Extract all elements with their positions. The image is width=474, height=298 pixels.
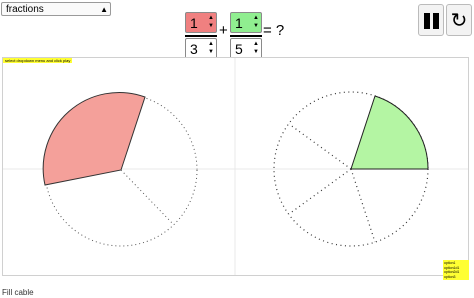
equals-question: = ? [263,22,285,39]
spinner-arrows-icon[interactable]: ▲ ▼ [253,14,259,30]
first-denominator-value: 3 [190,41,198,57]
chevron-down-icon: ▲ [100,5,108,14]
mode-select-value: fractions [6,4,44,15]
pie-diagrams [3,58,468,275]
second-fraction-bar [230,35,262,37]
second-denominator-stepper[interactable]: 5 ▲ ▼ [230,38,262,59]
spinner-arrows-icon[interactable]: ▲ ▼ [208,14,214,30]
second-denominator-value: 5 [235,41,243,57]
left-pie-filled-slice [42,92,146,186]
instruction-hint: select dropdown menu and click play [3,58,73,63]
pause-button[interactable] [418,4,444,36]
legend-item: option3 [444,274,456,279]
mode-select[interactable]: fractions ▲ [1,2,111,16]
first-fraction-bar [185,35,217,37]
first-denominator-stepper[interactable]: 3 ▲ ▼ [185,38,217,59]
first-numerator-value: 1 [190,15,198,31]
second-numerator-stepper[interactable]: 1 ▲ ▼ [230,12,262,33]
spinner-arrows-icon[interactable]: ▲ ▼ [208,40,214,56]
fraction-canvas [2,57,469,276]
second-numerator-value: 1 [235,15,243,31]
first-numerator-stepper[interactable]: 1 ▲ ▼ [185,12,217,33]
plus-sign: + [219,22,228,39]
footer-text: Fill cable [2,288,34,297]
spinner-arrows-icon[interactable]: ▲ ▼ [253,40,259,56]
right-pie-filled-slice [350,95,429,170]
restart-button[interactable]: ↻ [446,4,472,36]
restart-icon: ↻ [450,8,468,32]
options-legend: option1 option1d1 option2d1 option3 [443,260,469,280]
